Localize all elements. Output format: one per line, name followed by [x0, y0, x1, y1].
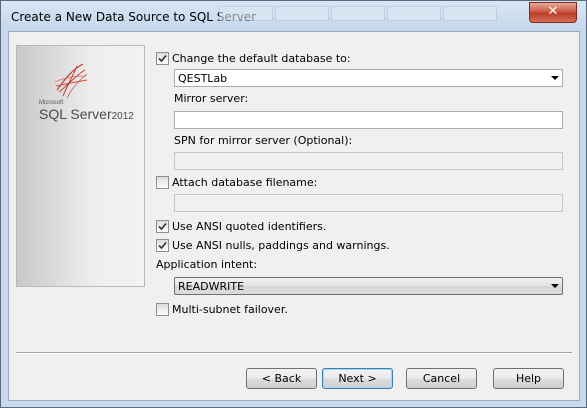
ansi-nulls-label: Use ANSI nulls, paddings and warnings.	[172, 239, 390, 252]
close-button[interactable]: ✕	[529, 2, 577, 23]
background-tab	[275, 6, 329, 21]
cancel-button[interactable]: Cancel	[406, 368, 477, 389]
ansi-quoted-identifiers-label: Use ANSI quoted identifiers.	[172, 220, 327, 233]
change-default-database-checkbox[interactable]	[156, 52, 169, 65]
application-intent-dropdown[interactable]: READWRITE	[174, 277, 563, 295]
background-tab	[443, 6, 497, 21]
logo-panel: Microsoft SQL Server2012	[16, 45, 145, 287]
background-tab	[331, 6, 385, 21]
application-intent-label: Application intent:	[156, 258, 258, 271]
attach-database-field[interactable]	[174, 194, 563, 212]
logo-product-text: SQL Server	[39, 106, 112, 122]
mirror-server-field[interactable]	[174, 111, 563, 129]
default-database-dropdown[interactable]: QESTLab	[174, 69, 563, 87]
close-icon: ✕	[547, 4, 559, 19]
next-button[interactable]: Next >	[322, 368, 393, 389]
background-tab	[219, 6, 273, 21]
sql-server-logo-icon	[54, 63, 88, 99]
dialog-window: Create a New Data Source to SQL Server ✕…	[0, 0, 587, 408]
checkmark-icon	[158, 54, 167, 63]
chevron-down-icon	[551, 284, 559, 288]
dialog-client-area: Microsoft SQL Server2012 Change the defa…	[8, 31, 580, 401]
chevron-down-icon	[551, 76, 559, 80]
logo-product-name: SQL Server2012	[39, 106, 134, 122]
spn-mirror-server-field[interactable]	[174, 152, 563, 170]
spn-mirror-server-label: SPN for mirror server (Optional):	[174, 134, 353, 147]
background-tab	[387, 6, 441, 21]
title-bar[interactable]: Create a New Data Source to SQL Server ✕	[1, 1, 586, 31]
multi-subnet-failover-label: Multi-subnet failover.	[172, 303, 288, 316]
background-tabs	[219, 6, 497, 21]
back-button[interactable]: < Back	[246, 368, 317, 389]
help-button[interactable]: Help	[493, 368, 564, 389]
ansi-quoted-identifiers-checkbox[interactable]	[156, 220, 169, 233]
mirror-server-label: Mirror server:	[174, 92, 249, 105]
checkmark-icon	[158, 241, 167, 250]
button-separator	[16, 352, 572, 354]
application-intent-value: READWRITE	[178, 280, 245, 293]
attach-database-label: Attach database filename:	[172, 176, 318, 189]
change-default-database-label: Change the default database to:	[172, 52, 351, 65]
attach-database-checkbox[interactable]	[156, 176, 169, 189]
logo-year-text: 2012	[111, 111, 134, 122]
multi-subnet-failover-checkbox[interactable]	[156, 303, 169, 316]
checkmark-icon	[158, 222, 167, 231]
ansi-nulls-checkbox[interactable]	[156, 239, 169, 252]
default-database-value: QESTLab	[178, 72, 228, 85]
